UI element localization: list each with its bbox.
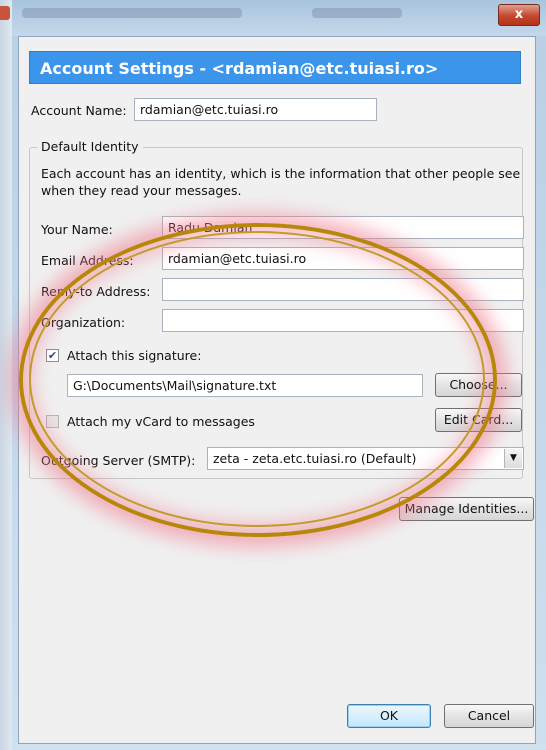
chevron-down-icon[interactable]: ▼	[504, 449, 522, 468]
cancel-button[interactable]: Cancel	[444, 704, 534, 728]
close-button[interactable]: x	[498, 4, 540, 26]
attach-vcard-checkbox[interactable]	[46, 415, 59, 428]
checkmark-icon: ✔	[47, 349, 58, 362]
title-bar: x	[12, 0, 546, 36]
default-identity-legend: Default Identity	[37, 139, 143, 154]
attach-signature-checkbox[interactable]: ✔	[46, 349, 59, 362]
close-icon: x	[514, 7, 524, 22]
organization-label: Organization:	[41, 315, 126, 330]
account-name-input[interactable]: rdamian@etc.tuiasi.ro	[134, 98, 377, 121]
ok-button[interactable]: OK	[347, 704, 431, 728]
smtp-server-select[interactable]: zeta - zeta.etc.tuiasi.ro (Default) ▼	[207, 447, 524, 470]
account-name-label: Account Name:	[31, 103, 127, 118]
organization-input[interactable]	[162, 309, 524, 332]
dialog-client-area: Account Settings - <rdamian@etc.tuiasi.r…	[18, 36, 536, 744]
reply-to-input[interactable]	[162, 278, 524, 301]
choose-button[interactable]: Choose...	[435, 373, 522, 397]
background-close-button	[0, 6, 10, 20]
smtp-label: Outgoing Server (SMTP):	[41, 453, 196, 468]
your-name-input[interactable]: Radu Damian	[162, 216, 524, 239]
email-address-label: Email Address:	[41, 253, 134, 268]
page-title: Account Settings - <rdamian@etc.tuiasi.r…	[29, 51, 521, 84]
attach-vcard-label: Attach my vCard to messages	[67, 414, 255, 429]
your-name-label: Your Name:	[41, 222, 113, 237]
reply-to-label: Reply-to Address:	[41, 284, 151, 299]
blurred-title-text	[22, 8, 242, 18]
email-address-input[interactable]: rdamian@etc.tuiasi.ro	[162, 247, 524, 270]
signature-path-input[interactable]: G:\Documents\Mail\signature.txt	[67, 374, 423, 397]
attach-signature-label: Attach this signature:	[67, 348, 202, 363]
identity-description: Each account has an identity, which is t…	[41, 166, 521, 198]
smtp-selected-value: zeta - zeta.etc.tuiasi.ro (Default)	[213, 451, 417, 466]
account-settings-window: x Account Settings - <rdamian@etc.tuiasi…	[12, 0, 546, 750]
blurred-title-text	[312, 8, 402, 18]
manage-identities-button[interactable]: Manage Identities...	[399, 497, 534, 521]
edit-card-button[interactable]: Edit Card...	[435, 408, 522, 432]
